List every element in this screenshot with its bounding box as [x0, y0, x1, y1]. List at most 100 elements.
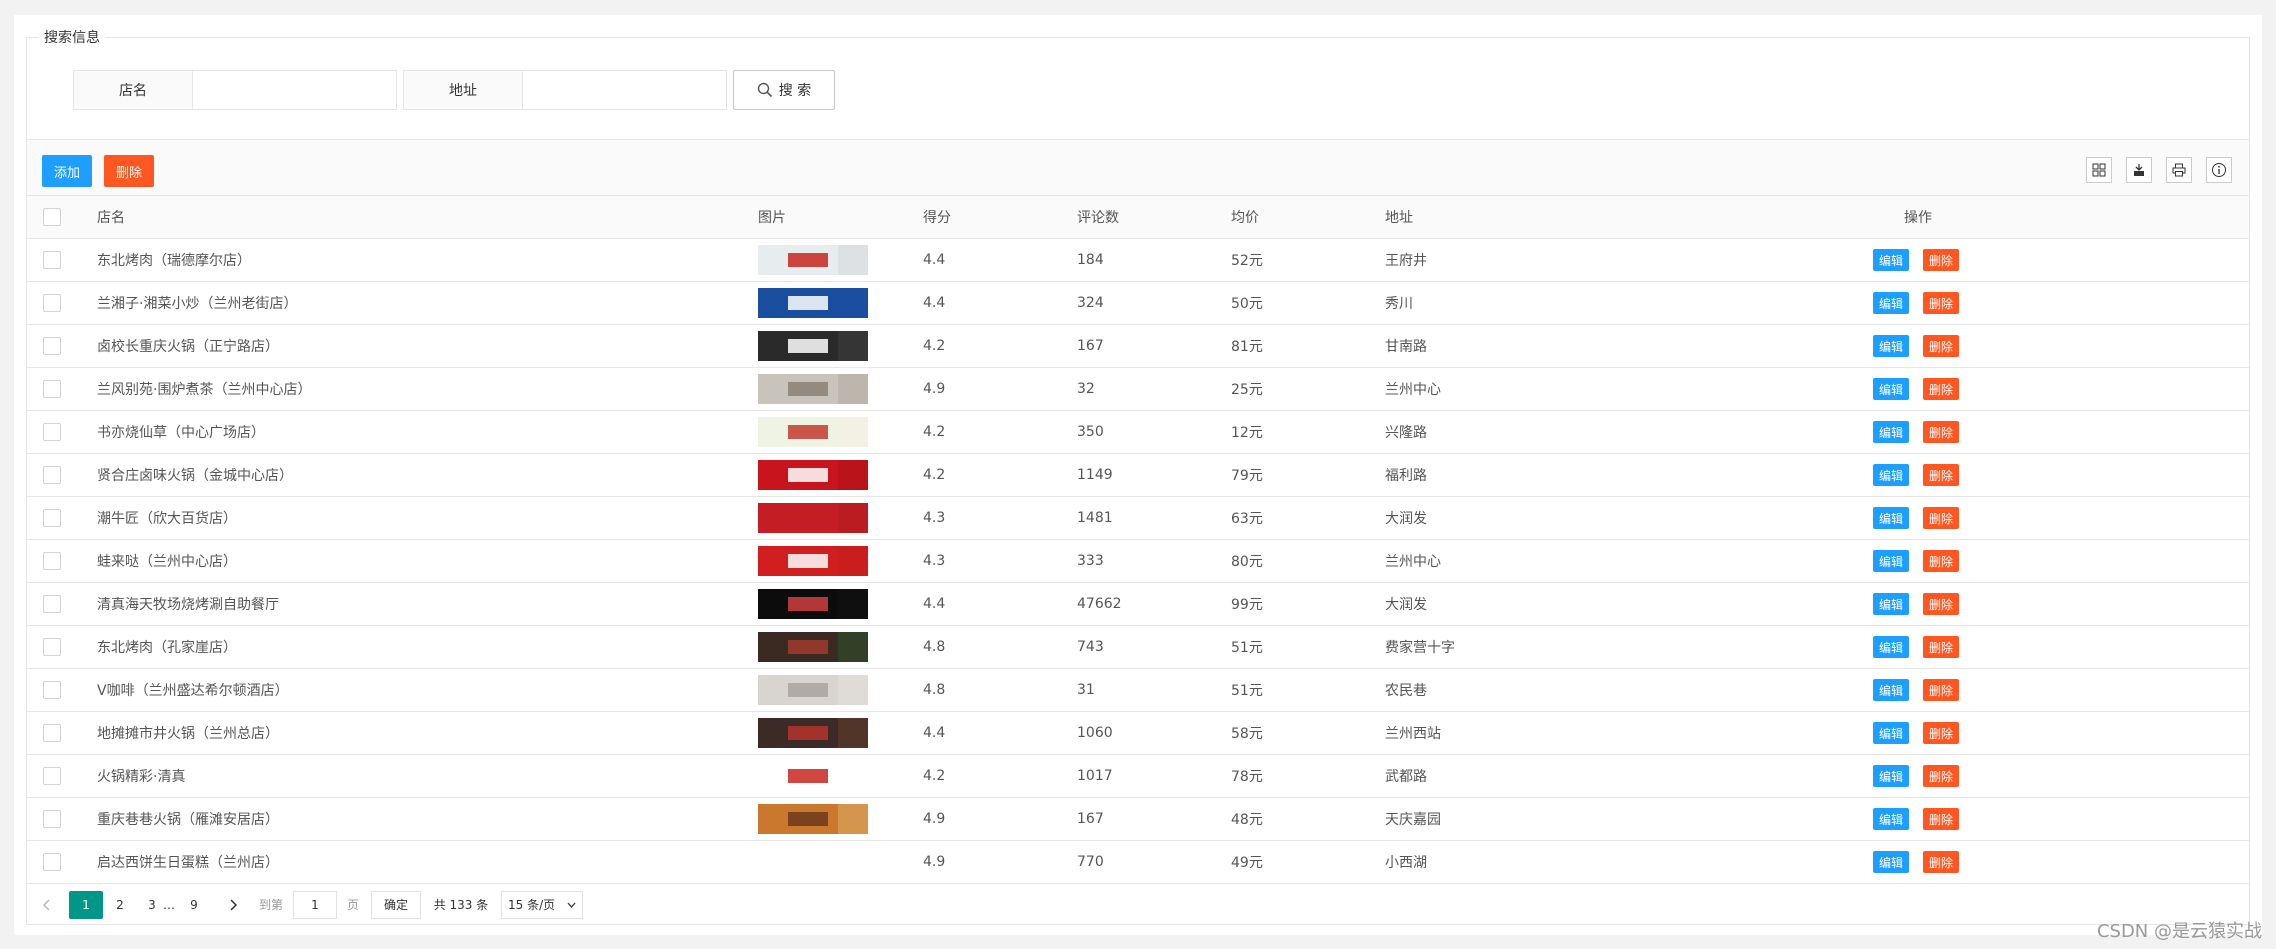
shop-address: 大润发	[1385, 511, 1427, 527]
page-size-value: 15 条/页	[508, 898, 556, 912]
table-row: 清真海天牧场烧烤涮自助餐厅 4.4 47662 99元 大润发 编辑 删除	[27, 583, 2249, 626]
content-panel: 搜索信息 店名 地址 搜 索 添加 删除 店名 图片 得分 评论数 均价 地址 …	[14, 15, 2262, 935]
row-checkbox[interactable]	[43, 681, 61, 699]
delete-button[interactable]: 删除	[1923, 335, 1960, 357]
name-field: 店名	[73, 70, 397, 110]
edit-button[interactable]: 编辑	[1873, 765, 1910, 787]
name-input[interactable]	[193, 71, 396, 109]
row-actions: 编辑 删除	[1873, 669, 1960, 711]
shop-reviews: 184	[1077, 252, 1104, 268]
row-checkbox[interactable]	[43, 638, 61, 656]
shop-price: 52元	[1231, 253, 1263, 269]
delete-button[interactable]: 删除	[1923, 292, 1960, 314]
delete-button[interactable]: 删除	[1923, 722, 1960, 744]
shop-name: 清真海天牧场烧烤涮自助餐厅	[97, 597, 279, 613]
shop-name: 蛙来哒（兰州中心店）	[97, 554, 237, 570]
row-actions: 编辑 删除	[1873, 239, 1960, 281]
shop-image	[758, 626, 868, 668]
shop-score: 4.9	[923, 381, 946, 397]
shop-thumbnail	[758, 546, 868, 576]
row-checkbox[interactable]	[43, 337, 61, 355]
total-count: 共 133 条	[433, 898, 489, 912]
shop-thumbnail	[758, 331, 868, 361]
columns-icon[interactable]	[2086, 157, 2112, 183]
row-actions: 编辑 删除	[1873, 454, 1960, 496]
edit-button[interactable]: 编辑	[1873, 378, 1910, 400]
row-checkbox[interactable]	[43, 853, 61, 871]
edit-button[interactable]: 编辑	[1873, 679, 1910, 701]
shop-price: 81元	[1231, 339, 1263, 355]
row-checkbox[interactable]	[43, 466, 61, 484]
edit-button[interactable]: 编辑	[1873, 335, 1910, 357]
edit-button[interactable]: 编辑	[1873, 851, 1910, 873]
row-checkbox[interactable]	[43, 724, 61, 742]
page-1[interactable]: 1	[69, 890, 103, 919]
delete-button[interactable]: 删除	[1923, 421, 1960, 443]
shop-price: 58元	[1231, 726, 1263, 742]
shop-name: 兰湘子·湘菜小炒（兰州老街店）	[97, 296, 298, 312]
delete-button[interactable]: 删除	[1923, 679, 1960, 701]
row-checkbox[interactable]	[43, 294, 61, 312]
row-checkbox[interactable]	[43, 380, 61, 398]
delete-button[interactable]: 删除	[1923, 249, 1960, 271]
delete-button[interactable]: 删除	[1923, 464, 1960, 486]
shop-price: 12元	[1231, 425, 1263, 441]
delete-button[interactable]: 删除	[1923, 507, 1960, 529]
goto-confirm-button[interactable]: 确定	[371, 890, 421, 919]
chevron-down-icon	[567, 902, 576, 908]
row-checkbox[interactable]	[43, 552, 61, 570]
edit-button[interactable]: 编辑	[1873, 421, 1910, 443]
shop-image	[758, 497, 868, 539]
add-button[interactable]: 添加	[42, 155, 93, 187]
shop-name: 书亦烧仙草（中心广场店）	[97, 425, 265, 441]
edit-button[interactable]: 编辑	[1873, 292, 1910, 314]
delete-button[interactable]: 删除	[1923, 851, 1960, 873]
info-icon[interactable]	[2206, 157, 2232, 183]
page-ellipsis: …	[163, 897, 175, 912]
page-9[interactable]: 9	[179, 891, 209, 919]
edit-button[interactable]: 编辑	[1873, 249, 1910, 271]
delete-button[interactable]: 删除	[1923, 593, 1960, 615]
page-unit-label: 页	[346, 898, 359, 912]
row-checkbox[interactable]	[43, 767, 61, 785]
shop-reviews: 770	[1077, 854, 1104, 870]
shop-score: 4.4	[923, 252, 946, 268]
delete-button[interactable]: 删除	[1923, 808, 1960, 830]
batch-delete-button[interactable]: 删除	[104, 155, 155, 187]
edit-button[interactable]: 编辑	[1873, 593, 1910, 615]
edit-button[interactable]: 编辑	[1873, 636, 1910, 658]
row-checkbox[interactable]	[43, 810, 61, 828]
row-checkbox[interactable]	[43, 423, 61, 441]
delete-button[interactable]: 删除	[1923, 636, 1960, 658]
edit-button[interactable]: 编辑	[1873, 464, 1910, 486]
table-row: 卤校长重庆火锅（正宁路店） 4.2 167 81元 甘南路 编辑 删除	[27, 325, 2249, 368]
edit-button[interactable]: 编辑	[1873, 722, 1910, 744]
goto-page-input[interactable]: 1	[293, 890, 337, 919]
print-icon[interactable]	[2166, 157, 2192, 183]
edit-button[interactable]: 编辑	[1873, 550, 1910, 572]
shop-reviews: 743	[1077, 639, 1104, 655]
delete-button[interactable]: 删除	[1923, 765, 1960, 787]
next-page-icon[interactable]	[223, 891, 243, 919]
row-checkbox[interactable]	[43, 509, 61, 527]
table-row: 潮牛匠（欣大百货店） 4.3 1481 63元 大润发 编辑 删除	[27, 497, 2249, 540]
shop-score: 4.3	[923, 510, 946, 526]
search-fieldset: 搜索信息 店名 地址 搜 索	[26, 29, 2250, 141]
address-input[interactable]	[523, 71, 726, 109]
page-size-select[interactable]: 15 条/页	[501, 890, 583, 919]
page-2[interactable]: 2	[105, 891, 135, 919]
shop-reviews: 167	[1077, 338, 1104, 354]
table-row: V咖啡（兰州盛达希尔顿酒店） 4.8 31 51元 农民巷 编辑 删除	[27, 669, 2249, 712]
delete-button[interactable]: 删除	[1923, 550, 1960, 572]
row-checkbox[interactable]	[43, 251, 61, 269]
select-all-checkbox[interactable]	[43, 208, 61, 226]
prev-page-icon[interactable]	[37, 891, 57, 919]
row-checkbox[interactable]	[43, 595, 61, 613]
search-button[interactable]: 搜 索	[733, 70, 835, 110]
edit-button[interactable]: 编辑	[1873, 507, 1910, 529]
shop-reviews: 167	[1077, 811, 1104, 827]
watermark: CSDN @是云猿实战	[2096, 921, 2262, 942]
edit-button[interactable]: 编辑	[1873, 808, 1910, 830]
export-icon[interactable]	[2126, 157, 2152, 183]
delete-button[interactable]: 删除	[1923, 378, 1960, 400]
